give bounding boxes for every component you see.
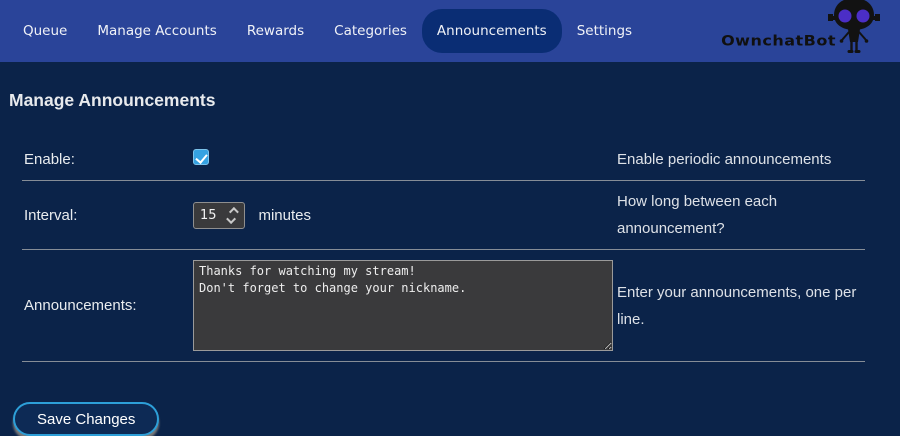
enable-row: Enable: Enable periodic announcements bbox=[22, 139, 865, 181]
interval-input[interactable] bbox=[194, 203, 222, 228]
nav-item-announcements[interactable]: Announcements bbox=[422, 9, 562, 53]
enable-help-text: Enable periodic announcements bbox=[617, 146, 865, 173]
page-title: Manage Announcements bbox=[9, 90, 900, 111]
nav-item-settings[interactable]: Settings bbox=[562, 9, 647, 53]
nav-item-rewards[interactable]: Rewards bbox=[232, 9, 319, 53]
announcements-form: Enable: Enable periodic announcements In… bbox=[22, 139, 865, 362]
interval-row: Interval: minutes How long between each … bbox=[22, 181, 865, 250]
announcements-textarea[interactable]: Thanks for watching my stream! Don't for… bbox=[193, 260, 613, 351]
ownchatbot-logo: OwnchatBot bbox=[721, 0, 882, 62]
enable-label: Enable: bbox=[22, 151, 193, 168]
interval-label: Interval: bbox=[22, 207, 193, 224]
nav-item-queue[interactable]: Queue bbox=[8, 9, 82, 53]
top-navbar: Queue Manage Accounts Rewards Categories… bbox=[0, 0, 900, 62]
interval-help-text: How long between each announcement? bbox=[617, 188, 865, 242]
announcements-help-text: Enter your announcements, one per line. bbox=[617, 279, 865, 333]
page-content: Manage Announcements Enable: Enable peri… bbox=[0, 62, 900, 436]
logo-text: OwnchatBot bbox=[721, 32, 836, 49]
nav-item-manage-accounts[interactable]: Manage Accounts bbox=[82, 9, 231, 53]
robot-mascot-icon bbox=[828, 0, 882, 54]
interval-spinner[interactable] bbox=[222, 203, 244, 228]
interval-unit-label: minutes bbox=[258, 207, 311, 224]
announcements-label: Announcements: bbox=[22, 297, 193, 314]
nav-item-categories[interactable]: Categories bbox=[319, 9, 422, 53]
interval-input-wrap bbox=[193, 202, 245, 229]
enable-checkbox[interactable] bbox=[193, 149, 209, 165]
announcements-row: Announcements: Thanks for watching my st… bbox=[22, 250, 865, 362]
save-changes-button[interactable]: Save Changes bbox=[13, 402, 159, 436]
